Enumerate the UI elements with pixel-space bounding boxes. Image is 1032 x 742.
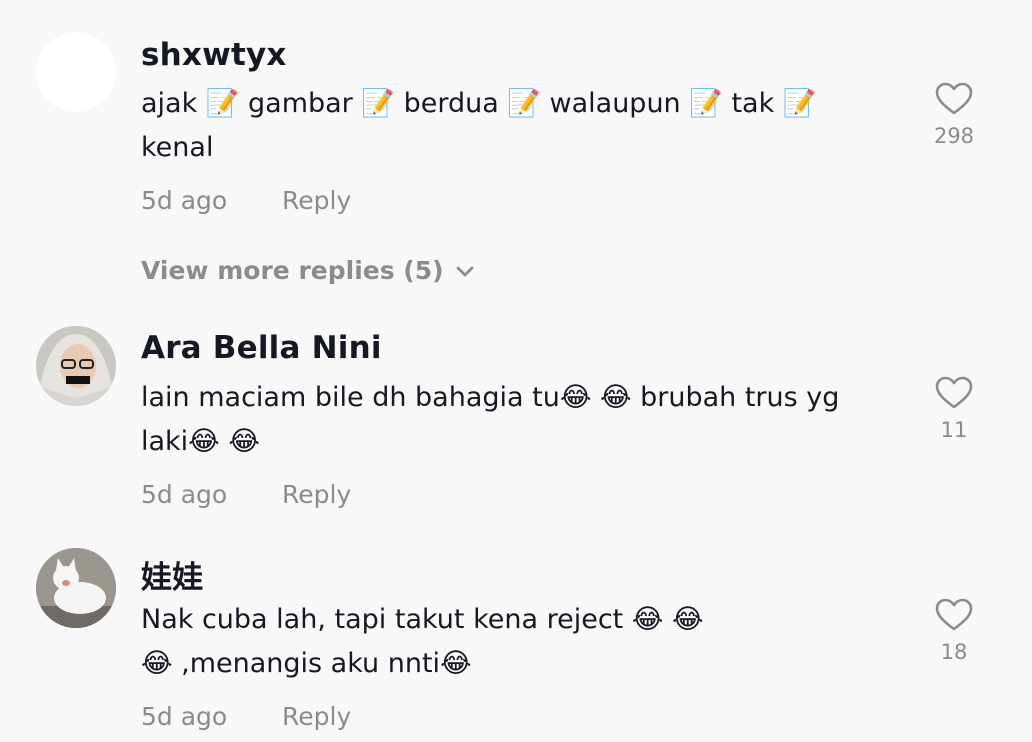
heart-outline-icon[interactable] (935, 82, 973, 116)
comment-meta: 5d ago Reply (141, 480, 351, 509)
avatar[interactable] (36, 326, 116, 406)
comment-text-line: 😂 ,menangis aku nnti😂 (141, 648, 472, 679)
comment-text: Nak cuba lah, tapi takut kena reject 😂 😂… (141, 598, 871, 686)
heart-outline-icon[interactable] (935, 598, 973, 632)
reply-button[interactable]: Reply (282, 186, 351, 215)
chevron-down-icon (456, 266, 473, 277)
avatar[interactable] (36, 548, 116, 628)
comment-meta: 5d ago Reply (141, 186, 351, 215)
comment-text: lain maciam bile dh bahagia tu😂 😂 brubah… (141, 376, 871, 464)
view-more-replies-button[interactable]: View more replies (5) (141, 256, 474, 285)
comment-text: ajak 📝 gambar 📝 berdua 📝 walaupun 📝 tak … (141, 82, 871, 170)
comment-timestamp: 5d ago (141, 702, 228, 731)
avatar-image (36, 326, 116, 406)
like-control[interactable]: 18 (918, 598, 990, 664)
reply-button[interactable]: Reply (282, 480, 351, 509)
comment-text-line: laki😂 😂 (141, 426, 260, 457)
comment-text-line: lain maciam bile dh bahagia tu😂 😂 brubah… (141, 382, 840, 413)
comment-username[interactable]: shxwtyx (141, 37, 287, 73)
comment-text-line: ajak 📝 gambar 📝 berdua 📝 walaupun 📝 tak … (141, 88, 817, 119)
like-count: 18 (940, 640, 968, 664)
heart-outline-icon[interactable] (935, 376, 973, 410)
avatar-image (36, 548, 116, 628)
avatar[interactable] (36, 32, 116, 112)
comment-username[interactable]: 娃娃 (141, 552, 203, 597)
comment-text-line: Nak cuba lah, tapi takut kena reject 😂 😂 (141, 604, 704, 635)
like-count: 298 (933, 124, 975, 148)
reply-button[interactable]: Reply (282, 702, 351, 731)
comment-username[interactable]: Ara Bella Nini (141, 330, 382, 366)
comment-timestamp: 5d ago (141, 186, 228, 215)
like-control[interactable]: 11 (918, 376, 990, 442)
comment-text-line: kenal (141, 132, 214, 163)
like-control[interactable]: 298 (918, 82, 990, 148)
view-more-replies-label: View more replies (5) (141, 256, 444, 285)
comment-timestamp: 5d ago (141, 480, 228, 509)
comment-meta: 5d ago Reply (141, 702, 351, 731)
like-count: 11 (940, 418, 968, 442)
